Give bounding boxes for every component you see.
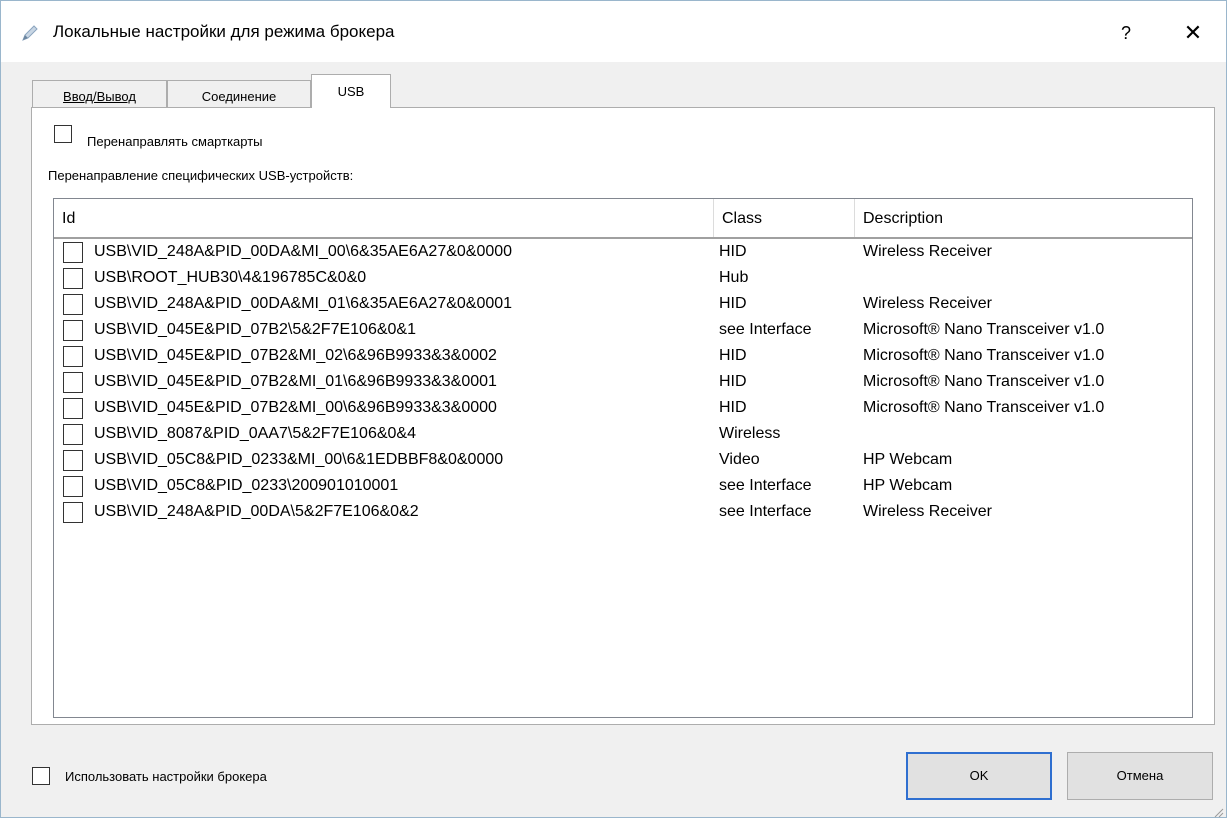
- device-class: see Interface: [719, 321, 812, 338]
- device-description: Microsoft® Nano Transceiver v1.0: [863, 399, 1105, 416]
- device-class: Hub: [719, 269, 749, 286]
- device-class: see Interface: [719, 503, 812, 520]
- device-class: HID: [719, 243, 747, 260]
- device-id: USB\VID_045E&PID_07B2&MI_00\6&96B9933&3&…: [94, 399, 497, 416]
- close-button[interactable]: ✕: [1171, 13, 1215, 53]
- redirect-smartcards-label[interactable]: Перенаправлять смарткарты: [87, 134, 263, 149]
- tab-connection[interactable]: Соединение: [167, 80, 311, 107]
- specific-devices-label: Перенаправление специфических USB-устрой…: [48, 168, 354, 183]
- use-broker-settings-checkbox[interactable]: [32, 767, 50, 785]
- pen-icon: [20, 23, 40, 43]
- device-checkbox[interactable]: [63, 372, 83, 393]
- tab-connection-label: Соединение: [201, 89, 277, 104]
- device-description: Wireless Receiver: [863, 243, 992, 260]
- device-id: USB\VID_045E&PID_07B2&MI_01\6&96B9933&3&…: [94, 373, 497, 390]
- close-icon: ✕: [1183, 20, 1203, 45]
- column-header-class[interactable]: Class: [714, 199, 855, 238]
- device-checkbox[interactable]: [63, 398, 83, 419]
- device-class: HID: [719, 373, 747, 390]
- device-description: Microsoft® Nano Transceiver v1.0: [863, 373, 1105, 390]
- tab-usb[interactable]: USB: [311, 74, 391, 108]
- device-description: HP Webcam: [863, 477, 953, 494]
- redirect-smartcards-checkbox[interactable]: [54, 125, 72, 143]
- cancel-button[interactable]: Отмена: [1067, 752, 1213, 800]
- use-broker-settings-label[interactable]: Использовать настройки брокера: [65, 769, 267, 784]
- device-class: see Interface: [719, 477, 812, 494]
- dialog-window: Локальные настройки для режима брокера ?…: [0, 0, 1227, 818]
- table-row[interactable]: USB\VID_045E&PID_07B2\5&2F7E106&0&1 see …: [54, 317, 1192, 343]
- table-row[interactable]: USB\VID_045E&PID_07B2&MI_02\6&96B9933&3&…: [54, 343, 1192, 369]
- title-bar[interactable]: Локальные настройки для режима брокера ?…: [1, 1, 1226, 62]
- device-description: Wireless Receiver: [863, 295, 992, 312]
- ok-button[interactable]: OK: [906, 752, 1052, 800]
- device-checkbox[interactable]: [63, 502, 83, 523]
- device-id: USB\VID_05C8&PID_0233&MI_00\6&1EDBBF8&0&…: [94, 451, 504, 468]
- device-description: Microsoft® Nano Transceiver v1.0: [863, 347, 1105, 364]
- device-class: HID: [719, 399, 747, 416]
- device-checkbox[interactable]: [63, 346, 83, 367]
- device-id: USB\VID_8087&PID_0AA7\5&2F7E106&0&4: [94, 425, 416, 442]
- usb-devices-list[interactable]: Id Class Description USB\VID_248A&PID_00…: [53, 198, 1193, 718]
- device-id: USB\VID_05C8&PID_0233\200901010001: [94, 477, 399, 494]
- device-class: Wireless: [719, 425, 781, 442]
- table-row[interactable]: USB\VID_045E&PID_07B2&MI_01\6&96B9933&3&…: [54, 369, 1192, 395]
- help-button[interactable]: ?: [1104, 13, 1148, 53]
- device-description: Wireless Receiver: [863, 503, 992, 520]
- device-description: HP Webcam: [863, 451, 953, 468]
- tab-usb-label: USB: [337, 84, 365, 99]
- device-id: USB\ROOT_HUB30\4&196785C&0&0: [94, 269, 367, 286]
- table-row[interactable]: USB\VID_248A&PID_00DA&MI_00\6&35AE6A27&0…: [54, 239, 1192, 265]
- tab-io[interactable]: Ввод/Вывод: [32, 80, 167, 107]
- device-class: HID: [719, 295, 747, 312]
- table-row[interactable]: USB\VID_05C8&PID_0233\200901010001 see I…: [54, 473, 1192, 499]
- table-row[interactable]: USB\VID_8087&PID_0AA7\5&2F7E106&0&4 Wire…: [54, 421, 1192, 447]
- table-row[interactable]: USB\VID_045E&PID_07B2&MI_00\6&96B9933&3&…: [54, 395, 1192, 421]
- device-checkbox[interactable]: [63, 294, 83, 315]
- table-row[interactable]: USB\ROOT_HUB30\4&196785C&0&0 Hub: [54, 265, 1192, 291]
- window-title: Локальные настройки для режима брокера: [53, 22, 395, 41]
- tab-io-label: Ввод/Вывод: [63, 89, 136, 104]
- table-row[interactable]: USB\VID_248A&PID_00DA\5&2F7E106&0&2 see …: [54, 499, 1192, 525]
- device-id: USB\VID_248A&PID_00DA\5&2F7E106&0&2: [94, 503, 419, 520]
- device-id: USB\VID_045E&PID_07B2&MI_02\6&96B9933&3&…: [94, 347, 497, 364]
- table-row[interactable]: USB\VID_248A&PID_00DA&MI_01\6&35AE6A27&0…: [54, 291, 1192, 317]
- column-header-id[interactable]: Id: [54, 199, 714, 238]
- device-checkbox[interactable]: [63, 424, 83, 445]
- device-checkbox[interactable]: [63, 320, 83, 341]
- device-checkbox[interactable]: [63, 476, 83, 497]
- table-row[interactable]: USB\VID_05C8&PID_0233&MI_00\6&1EDBBF8&0&…: [54, 447, 1192, 473]
- device-checkbox[interactable]: [63, 450, 83, 471]
- device-checkbox[interactable]: [63, 242, 83, 263]
- device-id: USB\VID_045E&PID_07B2\5&2F7E106&0&1: [94, 321, 416, 338]
- device-checkbox[interactable]: [63, 268, 83, 289]
- device-id: USB\VID_248A&PID_00DA&MI_00\6&35AE6A27&0…: [94, 243, 513, 260]
- device-class: HID: [719, 347, 747, 364]
- resize-grip-icon[interactable]: [1214, 805, 1224, 818]
- column-header-description[interactable]: Description: [855, 199, 1191, 238]
- device-id: USB\VID_248A&PID_00DA&MI_01\6&35AE6A27&0…: [94, 295, 513, 312]
- device-description: Microsoft® Nano Transceiver v1.0: [863, 321, 1105, 338]
- device-class: Video: [719, 451, 760, 468]
- cancel-button-label: Отмена: [1116, 768, 1164, 783]
- ok-button-label: OK: [969, 768, 989, 783]
